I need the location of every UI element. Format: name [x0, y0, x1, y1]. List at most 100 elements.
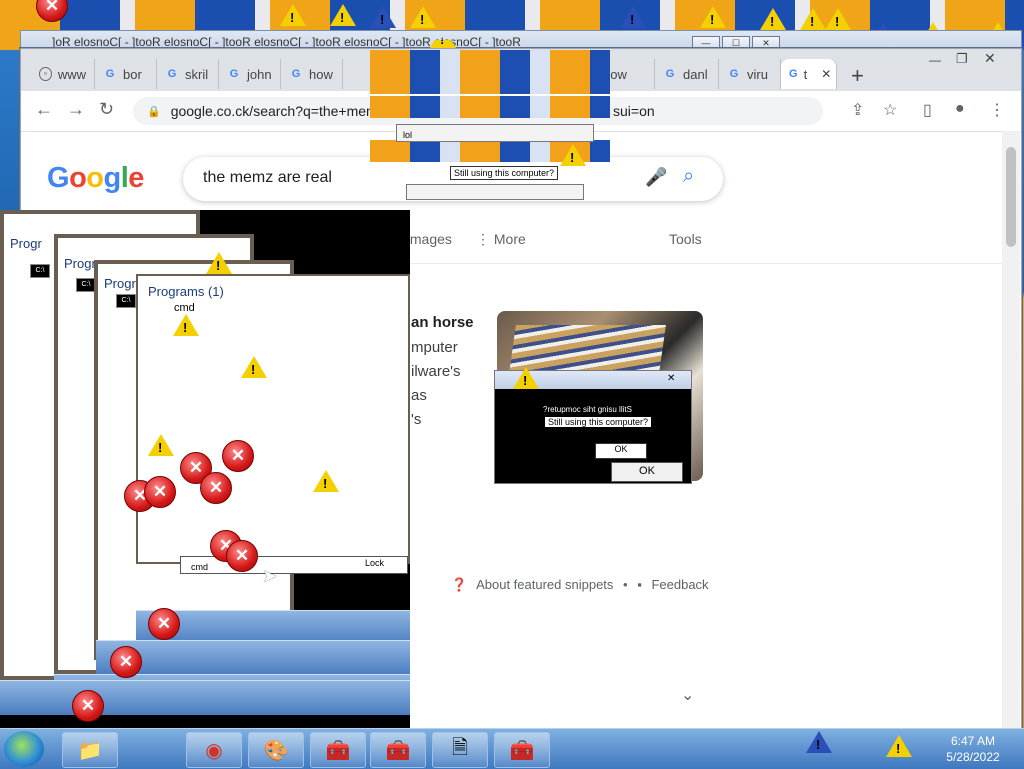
google-logo[interactable]: Google — [47, 162, 144, 195]
feedback-link[interactable]: Feedback — [651, 577, 708, 592]
warning-icon — [206, 252, 232, 274]
tab-0[interactable]: ◦ www — [31, 59, 95, 89]
cmd-icon: C:\ — [116, 294, 136, 308]
warning-icon — [241, 356, 267, 378]
warning-icon — [760, 8, 786, 30]
popup-inner-ok[interactable]: OK — [595, 443, 647, 459]
taskbar-paint-button[interactable]: 🎨 — [248, 732, 304, 768]
snippet-title[interactable]: an horse — [411, 314, 474, 331]
google-icon: G — [665, 68, 675, 80]
chevron-down-icon[interactable]: ⌄ — [681, 685, 694, 705]
popup-message: Still using this computer? — [450, 166, 559, 180]
warning-icon — [370, 6, 396, 28]
google-icon: G — [105, 68, 115, 80]
tab-tools[interactable]: Tools — [669, 231, 702, 247]
cmd-label[interactable]: cmd — [174, 302, 195, 314]
taskbar-chrome-button[interactable]: ◉ — [186, 732, 242, 768]
warning-icon — [560, 144, 586, 166]
search-icon[interactable]: ⌕ — [683, 165, 694, 188]
taskbar-toolbox-button-2[interactable]: 🧰 — [370, 732, 426, 768]
lock-button[interactable]: Lock — [365, 558, 384, 568]
tab-label: t — [803, 66, 808, 82]
tab-more[interactable]: ⋮ More — [476, 231, 526, 248]
tab-label: john — [247, 66, 272, 82]
warning-icon — [806, 731, 832, 753]
error-icon — [148, 608, 180, 640]
warning-icon — [430, 40, 456, 48]
tab-2[interactable]: G skril — [157, 59, 219, 89]
warning-icon — [800, 8, 826, 30]
chrome-close-button[interactable]: ✕ — [984, 50, 996, 67]
forward-icon[interactable]: → — [67, 99, 85, 120]
chrome-icon: ◉ — [205, 739, 223, 762]
glitch-message-box: lol — [396, 124, 594, 142]
search-label: Se — [26, 650, 41, 664]
lock-icon: 🔒 — [147, 105, 161, 118]
warning-icon — [620, 6, 646, 28]
tab-7[interactable]: G viru — [719, 59, 781, 89]
share-icon[interactable]: ⇪ — [851, 100, 864, 120]
start-button[interactable] — [4, 731, 44, 767]
close-icon[interactable]: ✕ — [667, 373, 675, 384]
warning-icon — [825, 8, 851, 30]
tab-6[interactable]: G danl — [655, 59, 719, 89]
snippet-line: mputer — [411, 339, 458, 356]
tab-1[interactable]: G bor — [95, 59, 157, 89]
taskbar-toolbox-button[interactable]: 🧰 — [310, 732, 366, 768]
side-panel-icon[interactable]: ▯ — [923, 100, 932, 120]
profile-icon[interactable]: ● — [955, 100, 965, 118]
cmd-icon: C:\ — [76, 278, 96, 292]
microphone-icon[interactable]: 🎤 — [645, 167, 667, 188]
back-icon[interactable]: ← — [35, 99, 53, 120]
scrollbar-thumb[interactable] — [1006, 147, 1016, 247]
snippet-line: 's — [411, 411, 422, 428]
warning-icon — [313, 470, 339, 492]
glitch-taskbar-strip — [0, 680, 410, 715]
tab-active[interactable]: G t ✕ — [781, 59, 837, 89]
taskbar-document-button[interactable]: 🗎 — [432, 732, 488, 768]
glitch-message-box — [406, 184, 584, 200]
help-icon: ❓ — [451, 577, 468, 592]
featured-snippet-footer: ❓ About featured snippets • ▪ Feedback — [451, 577, 715, 593]
separator: • — [623, 577, 628, 592]
toolbox-icon: 🧰 — [325, 739, 351, 762]
feedback-icon: ▪ — [637, 577, 642, 592]
tab-4[interactable]: G how — [281, 59, 343, 89]
chrome-maximize-button[interactable]: ❐ — [956, 51, 968, 67]
error-icon — [222, 440, 254, 472]
tab-images[interactable]: Images — [406, 231, 452, 247]
menu-icon[interactable]: ⋮ — [989, 100, 1005, 120]
toolbox-icon: 🧰 — [509, 739, 535, 762]
system-clock[interactable]: 6:47 AM 5/28/2022 — [938, 733, 1008, 765]
google-icon: G — [167, 68, 177, 80]
error-icon — [200, 472, 232, 504]
taskbar-toolbox-button-3[interactable]: 🧰 — [494, 732, 550, 768]
vertical-scrollbar[interactable] — [1002, 131, 1020, 729]
tab-3[interactable]: G john — [219, 59, 281, 89]
close-tab-icon[interactable]: ✕ — [821, 67, 831, 81]
toolbox-icon: 🧰 — [385, 739, 411, 762]
bookmark-star-icon[interactable]: ☆ — [883, 100, 897, 120]
reload-icon[interactable]: ↻ — [99, 99, 114, 120]
new-tab-button[interactable]: + — [851, 63, 864, 89]
error-icon — [226, 540, 258, 572]
warning-icon — [330, 4, 356, 26]
clock-time: 6:47 AM — [950, 734, 996, 748]
paint-icon: 🎨 — [263, 739, 289, 762]
glitch-popup-stack: lol Still using this computer? — [370, 40, 610, 200]
warning-icon — [410, 6, 436, 28]
popup-reversed-text: ?retupmoc siht gnisu llitS — [543, 405, 632, 414]
address-text: google.co.ck/search?q=the+mem — [170, 103, 378, 119]
still-using-popup: ✕ ?retupmoc siht gnisu llitS Still using… — [494, 367, 692, 484]
warning-icon — [886, 735, 912, 757]
search-input[interactable]: the memz are real — [203, 169, 332, 187]
mouse-cursor: ➤ — [262, 566, 278, 586]
snippet-line: as — [411, 387, 427, 404]
taskbar-explorer-button[interactable]: 📁 — [62, 732, 118, 768]
warning-icon — [280, 4, 306, 26]
chrome-minimize-button[interactable]: — — [929, 53, 941, 67]
about-featured-snippets-link[interactable]: About featured snippets — [476, 577, 613, 592]
taskbar: 📁 ◉ 🎨 🧰 🧰 🗎 🧰 6:47 AM 5/28/2022 — [0, 728, 1024, 769]
error-icon — [144, 476, 176, 508]
ok-button[interactable]: OK — [611, 462, 683, 482]
